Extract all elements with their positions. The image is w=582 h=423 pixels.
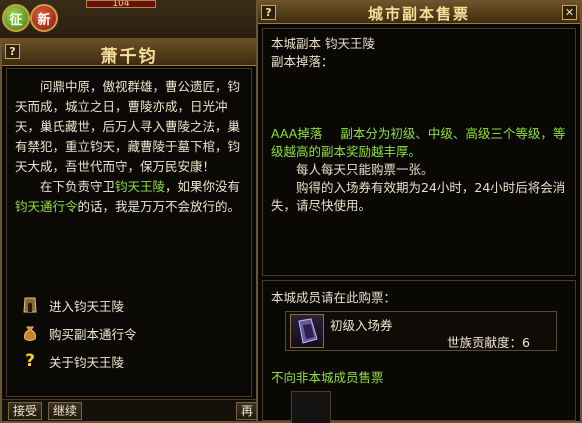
new-orb-button[interactable]: 新	[30, 4, 58, 32]
continue-button[interactable]: 继续	[48, 402, 83, 420]
npc-p2-part-c: 的话，我是万万不会放行的。	[77, 199, 241, 214]
option-buy-pass-label: 购买副本通行令	[49, 326, 137, 342]
npc-footer-bar: 接受 继续 再	[2, 399, 259, 421]
dungeon-info-section: 本城副本 钧天王陵 副本掉落： AAA掉落 副本分为初级、中级、高级三个等级，等级…	[262, 28, 576, 276]
npc-option-list: 进入钧天王陵 购买副本通行令 ? 关于钧天王陵	[21, 291, 137, 375]
hud-value-bar: 104	[86, 0, 156, 8]
accept-button[interactable]: 接受	[8, 402, 43, 420]
member-purchase-header: 本城成员请在此购票：	[271, 290, 397, 305]
option-enter-tomb[interactable]: 进入钧天王陵	[21, 291, 137, 319]
npc-p2-highlight-tomb: 钧天王陵	[115, 179, 166, 194]
drop-label: 副本掉落：	[271, 54, 334, 69]
expedition-orb-button[interactable]: 征	[2, 4, 30, 32]
daily-limit-text: 每人每天只能购票一张。	[296, 162, 434, 177]
shop-titlebar: ? 城市副本售票 ✕	[258, 2, 580, 24]
ticket-validity-text: 购得的入场券有效期为24小时，24小时后将会消失，请尽快使用。	[271, 180, 566, 213]
footer-right-button[interactable]: 再	[236, 402, 259, 420]
option-buy-pass[interactable]: 购买副本通行令	[21, 319, 137, 347]
money-bag-icon	[21, 324, 39, 342]
purchase-section: 本城成员请在此购票： 初级入场券 世族贡献度：6 不向非本城成员售票	[262, 280, 576, 423]
ticket-name: 初级入场券	[330, 318, 393, 333]
question-icon: ?	[25, 351, 35, 371]
npc-paragraph-1: 问鼎中原，傲视群雄，曹公遗匠，钧天而成，城立之日，曹陵亦成，日光冲天，巢氏藏世，…	[15, 79, 241, 174]
npc-paragraph-2: 在下负责守卫钧天王陵，如果你没有钧天通行令的话，我是万万不会放行的。	[15, 177, 241, 217]
aaa-drop-note: AAA掉落 副本分为初级、中级、高级三个等级，等级越高的副本奖励越丰厚。	[271, 125, 567, 161]
top-hud-strip: 征 新 104	[0, 0, 256, 38]
npc-name-title: 萧千钧	[100, 47, 158, 67]
shop-title: 城市副本售票	[367, 5, 470, 23]
npc-titlebar: ? 萧千钧	[2, 38, 256, 67]
ticket-item-row[interactable]: 初级入场券 世族贡献度：6	[285, 311, 557, 351]
ticket-item-icon	[290, 314, 324, 348]
empty-item-slot[interactable]	[291, 391, 331, 423]
aaa-prefix: AAA掉落	[271, 126, 323, 141]
npc-p2-part-a: 在下负责守卫	[40, 179, 116, 194]
drop-list-area	[271, 71, 567, 125]
option-about-tomb-label: 关于钧天王陵	[49, 354, 125, 370]
ticket-shop-panel: ? 城市副本售票 ✕ 本城副本 钧天王陵 副本掉落： AAA掉落 副本分为初级、中…	[256, 0, 582, 423]
gate-icon	[21, 296, 39, 314]
npc-p2-highlight-pass: 钧天通行令	[15, 199, 78, 214]
npc-dialog-body: 问鼎中原，傲视群雄，曹公遗匠，钧天而成，城立之日，曹陵亦成，日光冲天，巢氏藏世，…	[6, 68, 252, 397]
non-member-notice: 不向非本城成员售票	[271, 370, 384, 385]
dungeon-name-line: 本城副本 钧天王陵	[271, 36, 375, 51]
option-enter-tomb-label: 进入钧天王陵	[49, 298, 125, 314]
ticket-cost: 世族贡献度：6	[447, 335, 530, 350]
npc-p2-part-b: ，如果你没有	[165, 179, 241, 194]
close-icon[interactable]: ✕	[562, 5, 577, 20]
option-about-tomb[interactable]: ? 关于钧天王陵	[21, 347, 137, 375]
npc-dialog-panel: ? 萧千钧 问鼎中原，傲视群雄，曹公遗匠，钧天而成，城立之日，曹陵亦成，日光冲天…	[0, 38, 259, 423]
